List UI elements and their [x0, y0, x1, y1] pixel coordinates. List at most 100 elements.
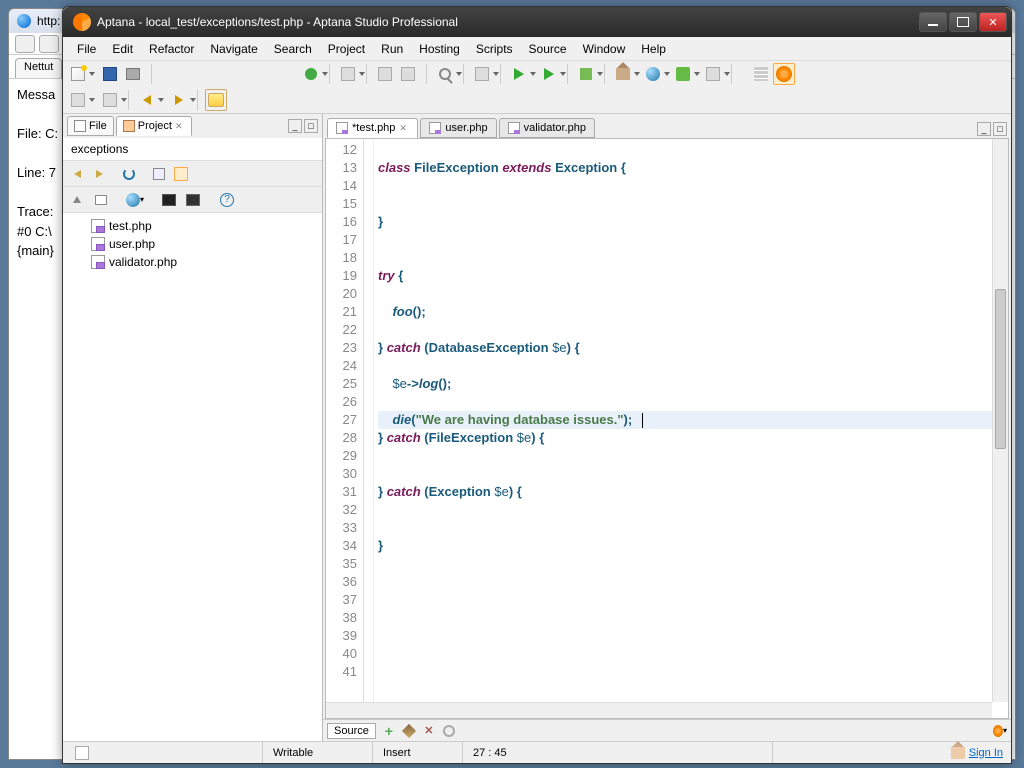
nav-back-button[interactable] [136, 89, 158, 111]
horizontal-scrollbar[interactable] [326, 702, 992, 718]
code-editor[interactable]: 1213141516171819202122232425262728293031… [325, 138, 1009, 719]
collapse-button[interactable] [91, 190, 111, 210]
close-icon[interactable]: ✕ [175, 121, 185, 131]
maximize-editor-button[interactable]: □ [993, 122, 1007, 136]
project-tab[interactable]: Project✕ [116, 116, 192, 136]
tree-item[interactable]: test.php [67, 217, 318, 235]
menu-refactor[interactable]: Refactor [141, 40, 202, 58]
debug-button[interactable] [300, 63, 322, 85]
task-button[interactable] [374, 63, 396, 85]
fold-gutter[interactable] [364, 139, 374, 718]
print-button[interactable] [122, 63, 144, 85]
paragraph-icon [401, 67, 415, 81]
shift-up-button[interactable] [99, 89, 121, 111]
link-editor-button[interactable] [149, 164, 169, 184]
browser-forward-button[interactable] [39, 35, 59, 53]
promote-button[interactable] [702, 63, 724, 85]
plugin-button[interactable] [672, 63, 694, 85]
print-icon [126, 68, 140, 80]
sync-button[interactable] [442, 724, 456, 738]
source-tab[interactable]: Source [327, 723, 376, 739]
save-icon [103, 67, 117, 81]
editor-tab-validator[interactable]: validator.php [499, 118, 595, 138]
code-area[interactable]: class FileException extends Exception {}… [374, 139, 1008, 718]
run-button[interactable] [508, 63, 530, 85]
project-tab-label: Project [138, 120, 172, 132]
editor-tab-user[interactable]: user.php [420, 118, 496, 138]
snippet-button[interactable] [471, 63, 493, 85]
menu-help[interactable]: Help [633, 40, 674, 58]
open-type-button[interactable] [337, 63, 359, 85]
nav-back-button[interactable] [67, 164, 87, 184]
perspective-grid-button[interactable] [750, 63, 772, 85]
run-ext-button[interactable] [538, 63, 560, 85]
toggle-button[interactable] [171, 164, 191, 184]
browser-tab[interactable]: Nettut [15, 58, 62, 78]
status-indicator [63, 742, 263, 763]
menu-hosting[interactable]: Hosting [411, 40, 468, 58]
refresh-button[interactable] [119, 164, 139, 184]
menu-search[interactable]: Search [266, 40, 320, 58]
vertical-scrollbar[interactable] [992, 139, 1008, 702]
console-button[interactable] [183, 190, 203, 210]
plus-icon: + [385, 723, 393, 739]
snippet-icon [475, 67, 489, 81]
add-button[interactable]: + [382, 724, 396, 738]
sync-icon [443, 725, 455, 737]
save-button[interactable] [99, 63, 121, 85]
menu-source[interactable]: Source [521, 40, 575, 58]
up-button[interactable] [67, 190, 87, 210]
edit-button[interactable] [402, 724, 416, 738]
php-file-icon [336, 122, 348, 134]
menu-edit[interactable]: Edit [104, 40, 141, 58]
refresh-icon [123, 168, 135, 180]
close-button[interactable] [979, 12, 1007, 32]
terminal-button[interactable] [159, 190, 179, 210]
nav-forward-button[interactable] [89, 164, 109, 184]
highlight-button[interactable] [205, 89, 227, 111]
menu-navigate[interactable]: Navigate [202, 40, 265, 58]
editor-tab-test[interactable]: *test.php✕ [327, 118, 418, 138]
ext-tools-button[interactable] [575, 63, 597, 85]
search-icon [439, 68, 451, 80]
tree-item[interactable]: validator.php [67, 253, 318, 271]
home-button[interactable] [612, 63, 634, 85]
web-button[interactable]: ▾ [125, 190, 145, 210]
gear-icon [776, 66, 792, 82]
maximize-pane-button[interactable]: □ [304, 119, 318, 133]
php-file-icon [91, 219, 105, 233]
browser-back-button[interactable] [15, 35, 35, 53]
close-icon[interactable]: ✕ [399, 123, 409, 133]
external-icon [580, 68, 592, 80]
web-button[interactable] [642, 63, 664, 85]
scrollbar-thumb[interactable] [995, 289, 1006, 449]
perspective-aptana-button[interactable] [773, 63, 795, 85]
menu-run[interactable]: Run [373, 40, 411, 58]
settings-button[interactable]: ▾ [993, 724, 1007, 738]
nav-forward-button[interactable] [168, 89, 190, 111]
help-button[interactable]: ? [217, 190, 237, 210]
maximize-button[interactable] [949, 12, 977, 32]
help-icon: ? [220, 193, 234, 207]
arrow-left-icon [143, 95, 151, 105]
shift-down-button[interactable] [67, 89, 89, 111]
menu-scripts[interactable]: Scripts [468, 40, 521, 58]
menu-project[interactable]: Project [320, 40, 373, 58]
ide-titlebar[interactable]: Aptana - local_test/exceptions/test.php … [63, 7, 1011, 37]
menu-file[interactable]: File [69, 40, 104, 58]
new-button[interactable] [67, 63, 89, 85]
search-button[interactable] [434, 63, 456, 85]
sign-in-link[interactable]: Sign In [943, 747, 1011, 759]
tree-item[interactable]: user.php [67, 235, 318, 253]
project-pane: File Project✕ _□ exceptions ▾ [63, 114, 323, 741]
para-button[interactable] [397, 63, 419, 85]
project-tree[interactable]: test.php user.php validator.php [63, 213, 322, 741]
minimize-pane-button[interactable]: _ [288, 119, 302, 133]
minimize-button[interactable] [919, 12, 947, 32]
file-tab[interactable]: File [67, 116, 114, 136]
delete-button[interactable]: ✕ [422, 724, 436, 738]
ide-window: Aptana - local_test/exceptions/test.php … [62, 6, 1012, 764]
menu-window[interactable]: Window [575, 40, 634, 58]
menubar: File Edit Refactor Navigate Search Proje… [63, 37, 1011, 61]
minimize-editor-button[interactable]: _ [977, 122, 991, 136]
